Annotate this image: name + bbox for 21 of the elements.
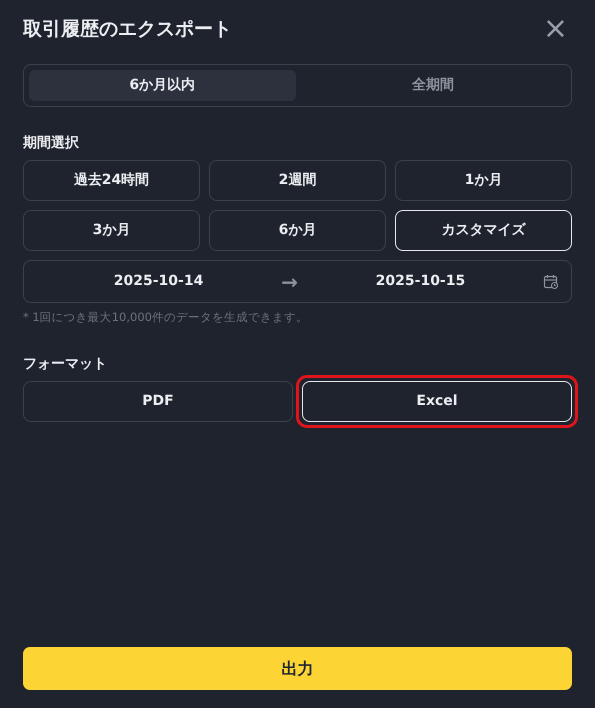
tab[interactable]: 6か月以内	[29, 70, 296, 101]
section-label: フォーマット	[23, 355, 108, 374]
close-button[interactable]: ×	[538, 14, 572, 44]
format-option[interactable]: Excel	[302, 381, 572, 422]
period-option[interactable]: 3か月	[23, 210, 200, 251]
arrow-icon: →	[281, 266, 298, 296]
format-option[interactable]: PDF	[23, 381, 293, 422]
section-label: 期間選択	[23, 134, 80, 153]
tab[interactable]: 全期間	[300, 70, 566, 101]
period-option[interactable]: 過去24時間	[23, 160, 200, 201]
calendar-icon[interactable]	[543, 274, 560, 290]
period-option[interactable]: 2週間	[209, 160, 386, 201]
export-button[interactable]: 出力	[23, 647, 572, 690]
dialog-title: 取引履歴のエクスポート	[23, 18, 232, 40]
period-option[interactable]: 1か月	[395, 160, 572, 201]
hint-text: * 1回につき最大10,000件のデータを生成できます。	[23, 309, 309, 326]
date-range-field[interactable]: 2025-10-14 → 2025-10-15	[23, 260, 572, 303]
end-date: 2025-10-15	[374, 272, 466, 291]
period-option[interactable]: カスタマイズ	[395, 210, 572, 251]
period-option[interactable]: 6か月	[209, 210, 386, 251]
start-date: 2025-10-14	[112, 272, 204, 291]
